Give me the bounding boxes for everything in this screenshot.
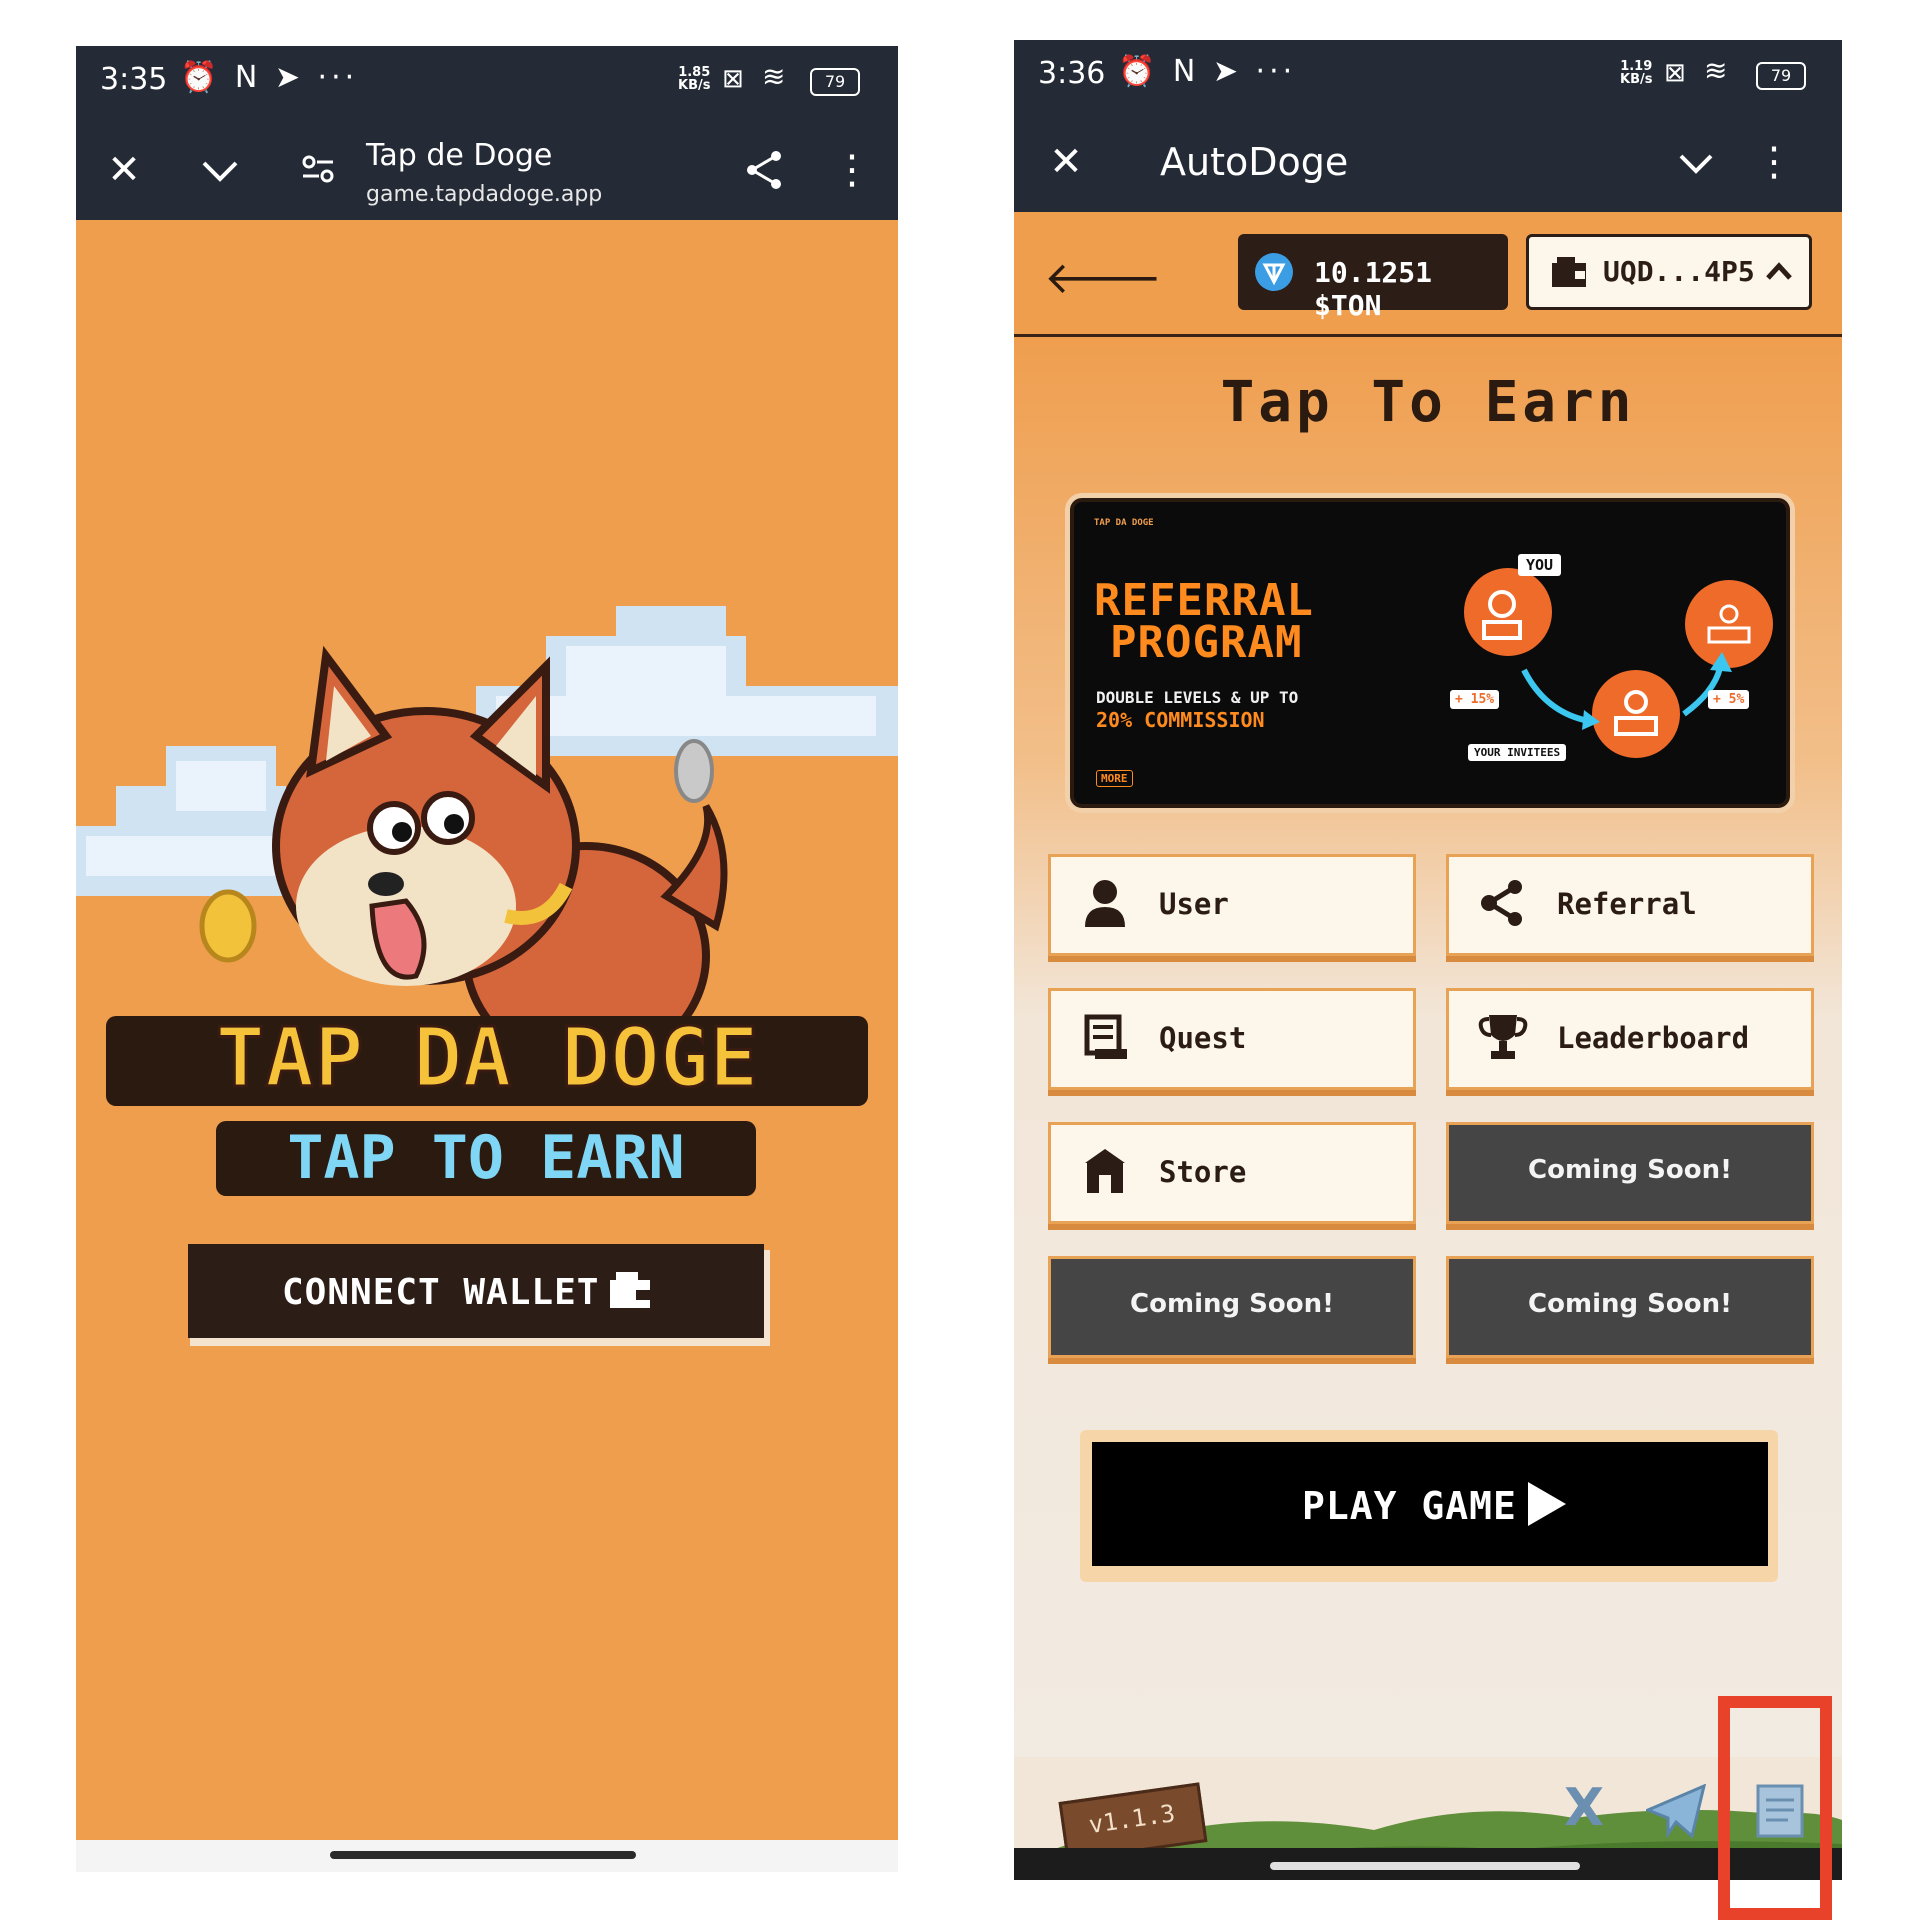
ton-icon <box>1255 253 1293 291</box>
trophy-icon <box>1478 1015 1528 1059</box>
sim-icon: ⊠ <box>1664 58 1686 88</box>
status-bar: 3:35 ⏰ N ➤ ··· 1.85 KB/s ⊠ ≋ 79 <box>76 46 898 120</box>
play-game-label: PLAY GAME <box>1302 1484 1517 1528</box>
ton-balance-value: 10.1251 $TON <box>1314 256 1433 322</box>
banner-title: REFERRAL PROGRAM <box>1094 575 1314 668</box>
back-arrow-icon[interactable]: 🡐 <box>1044 250 1162 304</box>
left-phone-screen: 3:35 ⏰ N ➤ ··· 1.85 KB/s ⊠ ≋ 79 ✕ Tap de… <box>76 46 898 1872</box>
net-speed: 1.85 KB/s <box>678 66 710 92</box>
page-title: Tap To Earn <box>1220 370 1636 435</box>
menu-referral-button[interactable]: Referral <box>1446 854 1814 956</box>
menu-coming-soon-2: Coming Soon! <box>1048 1256 1416 1358</box>
coming-soon-label: Coming Soon! <box>1528 1155 1732 1185</box>
status-bar: 3:36 ⏰ N ➤ ··· 1.19 KB/s ⊠ ≋ 79 <box>1014 40 1842 114</box>
connect-wallet-label: CONNECT WALLET <box>282 1272 600 1313</box>
menu-user-label: User <box>1159 887 1229 921</box>
close-icon[interactable]: ✕ <box>94 140 154 200</box>
menu-referral-label: Referral <box>1557 887 1697 921</box>
battery-icon: 79 <box>810 68 860 96</box>
site-settings-icon[interactable] <box>288 140 348 200</box>
net-speed: 1.19 KB/s <box>1620 60 1652 86</box>
x-twitter-icon[interactable]: X <box>1554 1778 1614 1838</box>
status-notification-icons: ⏰ N ➤ ··· <box>180 60 359 95</box>
wallet-icon <box>1552 257 1586 287</box>
status-notification-icons: ⏰ N ➤ ··· <box>1118 54 1297 89</box>
banner-brand: TAP DA DOGE <box>1094 518 1154 528</box>
wifi-icon: ≋ <box>762 60 786 93</box>
game-header: 🡐 10.1251 $TON UQD...4P5 <box>1014 212 1842 337</box>
game-artwork: TAP DA DOGE TAP TO EARN <box>76 606 898 1196</box>
wallet-icon <box>610 1272 650 1308</box>
status-time: 3:36 <box>1038 56 1106 91</box>
menu-quest-button[interactable]: Quest <box>1048 988 1416 1090</box>
play-game-button[interactable]: PLAY GAME <box>1092 1442 1768 1566</box>
banner-sub2: 20% COMMISSION <box>1096 708 1265 732</box>
play-icon <box>1528 1482 1566 1526</box>
menu-store-button[interactable]: Store <box>1048 1122 1416 1224</box>
coming-soon-label: Coming Soon! <box>1528 1289 1732 1319</box>
share-icon[interactable] <box>734 140 794 200</box>
menu-store-label: Store <box>1159 1155 1247 1189</box>
banner-title-line2: PROGRAM <box>1110 617 1303 668</box>
banner-more-link[interactable]: MORE <box>1096 770 1133 787</box>
page-title: Tap de Doge <box>366 138 553 173</box>
highlight-box <box>1718 1696 1832 1920</box>
telegram-icon[interactable] <box>1646 1784 1706 1838</box>
sim-icon: ⊠ <box>722 64 744 94</box>
ton-balance[interactable]: 10.1251 $TON <box>1238 234 1508 322</box>
user-icon <box>1085 880 1125 927</box>
chevron-down-icon[interactable] <box>1666 132 1726 192</box>
battery-icon: 79 <box>1756 62 1806 90</box>
wifi-icon: ≋ <box>1704 54 1728 87</box>
menu-leaderboard-label: Leaderboard <box>1557 1021 1750 1055</box>
menu-coming-soon-3: Coming Soon! <box>1446 1256 1814 1358</box>
banner-invitees-tag: YOUR INVITEES <box>1468 744 1567 761</box>
banner-you-tag: YOU <box>1518 554 1562 576</box>
status-time: 3:35 <box>100 62 168 97</box>
referral-banner[interactable]: TAP DA DOGE REFERRAL PROGRAM DOUBLE LEVE… <box>1070 498 1790 808</box>
net-speed-unit: KB/s <box>678 78 711 93</box>
app-toolbar: ✕ AutoDoge ⋮ <box>1014 114 1842 212</box>
banner-pct-left: + 15% <box>1450 690 1500 709</box>
net-speed-unit: KB/s <box>1620 72 1653 87</box>
home-indicator[interactable] <box>1270 1862 1580 1870</box>
share-icon <box>1481 880 1522 926</box>
close-icon[interactable]: ✕ <box>1036 132 1096 192</box>
chevron-down-icon[interactable] <box>190 140 250 200</box>
logo-title: TAP DA DOGE <box>215 1011 758 1106</box>
store-icon <box>1085 1149 1125 1193</box>
wallet-address: UQD...4P5 <box>1603 255 1755 288</box>
browser-toolbar: ✕ Tap de Doge game.tapdadoge.app ⋮ <box>76 120 898 220</box>
app-title: AutoDoge <box>1160 140 1349 184</box>
menu-leaderboard-button[interactable]: Leaderboard <box>1446 988 1814 1090</box>
banner-sub1: DOUBLE LEVELS & UP TO <box>1096 688 1299 707</box>
scroll-icon <box>1084 1014 1127 1059</box>
banner-title-line1: REFERRAL <box>1094 575 1314 626</box>
home-indicator[interactable] <box>330 1851 636 1859</box>
page-url: game.tapdadoge.app <box>366 182 603 207</box>
version-label: v1.1.3 <box>1087 1799 1177 1840</box>
wallet-address-button[interactable]: UQD...4P5 <box>1526 234 1812 310</box>
chevron-up-icon <box>1766 262 1792 280</box>
banner-pct-right: + 5% <box>1708 690 1750 709</box>
logo-subtitle: TAP TO EARN <box>287 1123 684 1193</box>
connect-wallet-button[interactable]: CONNECT WALLET <box>188 1244 764 1338</box>
coming-soon-label: Coming Soon! <box>1130 1289 1334 1319</box>
more-menu-icon[interactable]: ⋮ <box>822 140 882 200</box>
more-menu-icon[interactable]: ⋮ <box>1744 132 1804 192</box>
right-phone-screen: 3:36 ⏰ N ➤ ··· 1.19 KB/s ⊠ ≋ 79 ✕ AutoDo… <box>1014 40 1842 1880</box>
menu-user-button[interactable]: User <box>1048 854 1416 956</box>
menu-coming-soon-1: Coming Soon! <box>1446 1122 1814 1224</box>
menu-quest-label: Quest <box>1159 1021 1247 1055</box>
